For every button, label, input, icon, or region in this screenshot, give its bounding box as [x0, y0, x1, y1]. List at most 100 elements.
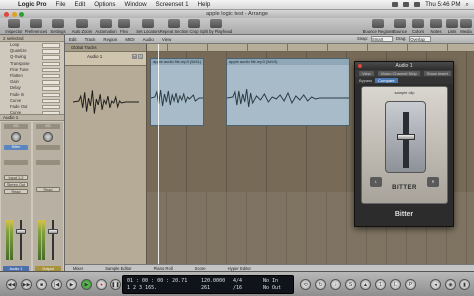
tuner-button[interactable]: ♪: [330, 279, 341, 290]
param-value[interactable]: [42, 86, 60, 91]
set-locators-button[interactable]: Set Locators: [134, 19, 162, 34]
send-slot[interactable]: [36, 160, 60, 165]
param-value[interactable]: [42, 92, 60, 97]
arrange-menu-bar: Edit Track Region MIDI Audio View Snap: …: [65, 35, 474, 44]
arrange-menu-region[interactable]: Region: [103, 37, 117, 42]
window-title-bar: apple logic test - Arrange: [0, 10, 474, 18]
channel-strip-menu[interactable]: Vision Channel Strip: [377, 71, 420, 76]
volume-slider-icon[interactable]: ◂: [430, 279, 441, 290]
automation-mode[interactable]: Read: [36, 187, 60, 192]
volume-fader[interactable]: [16, 229, 26, 234]
output-fader[interactable]: [48, 229, 58, 234]
region-parameters-header[interactable]: 2 selected: [0, 35, 64, 42]
pause-button[interactable]: ❚❚: [110, 279, 121, 290]
editor-tabs: Mixer Sample Editor Piano Roll Score Hyp…: [65, 264, 474, 271]
arrange-menu-midi[interactable]: MIDI: [125, 37, 134, 42]
master-volume-button[interactable]: ◉: [445, 279, 456, 290]
io-slot[interactable]: I/O: [4, 124, 28, 129]
inspector-icon: [8, 19, 20, 28]
low-latency-button[interactable]: L: [390, 279, 401, 290]
solo-transport-button[interactable]: S: [345, 279, 356, 290]
playhead[interactable]: [158, 44, 159, 264]
automation-mode[interactable]: Read: [4, 189, 28, 194]
plugin-close-icon[interactable]: [358, 63, 362, 68]
global-tracks-toggle[interactable]: Global Tracks: [65, 44, 146, 52]
time-signature[interactable]: 4/4: [233, 278, 242, 285]
menu-window[interactable]: Window: [125, 1, 147, 8]
level-meter: [42, 220, 45, 260]
param-value[interactable]: [42, 49, 60, 54]
menu-help[interactable]: Help: [198, 1, 211, 8]
tempo-display[interactable]: 120.0000: [201, 278, 225, 285]
forward-button[interactable]: ▶▶: [21, 279, 32, 290]
param-value[interactable]: [42, 98, 60, 104]
send-slot[interactable]: [4, 160, 28, 165]
menu-options[interactable]: Options: [94, 1, 115, 8]
play-active-button[interactable]: ▶: [81, 279, 92, 290]
battery-icon[interactable]: [414, 2, 421, 7]
menu-screenset[interactable]: Screenset 1: [156, 1, 189, 8]
menu-clock[interactable]: Thu 5:46 PM: [425, 1, 460, 8]
bar-ruler[interactable]: [147, 44, 474, 52]
arrange-menu-track[interactable]: Track: [85, 37, 96, 42]
show-insert-menu[interactable]: Show Insert: [423, 71, 451, 76]
stop-button[interactable]: ■: [36, 279, 47, 290]
insert-slot[interactable]: [36, 145, 60, 150]
zoom-icon[interactable]: [19, 11, 24, 17]
close-icon[interactable]: [4, 11, 9, 17]
param-value[interactable]: [42, 104, 60, 110]
arrange-menu-edit[interactable]: Edit: [69, 37, 77, 42]
rewind-button[interactable]: ◀◀: [6, 279, 17, 290]
division[interactable]: /16: [233, 285, 242, 292]
media-button[interactable]: Media: [452, 19, 474, 34]
io-slot[interactable]: I/O: [36, 124, 60, 129]
param-value[interactable]: [42, 80, 60, 85]
wifi-icon[interactable]: [392, 2, 399, 7]
fader-track: [52, 220, 54, 260]
output-selector[interactable]: Stereo Out: [4, 182, 28, 187]
spotlight-icon[interactable]: ⌕: [466, 1, 469, 9]
bit-depth-slider[interactable]: [397, 134, 415, 140]
param-value[interactable]: [42, 43, 60, 48]
volume-icon[interactable]: [403, 2, 410, 7]
eq-knob[interactable]: [11, 132, 21, 142]
plugin-face-header: sample clip: [394, 90, 415, 95]
menu-edit[interactable]: Edit: [75, 1, 86, 8]
replace-button[interactable]: ↻: [315, 279, 326, 290]
insert-slot-bitter[interactable]: Bitter: [4, 145, 28, 150]
track-name[interactable]: Audio 1: [87, 54, 102, 59]
compare-button[interactable]: Compare: [375, 78, 398, 83]
drag-select[interactable]: Overlap: [409, 36, 432, 42]
preferences-icon: [30, 19, 42, 28]
split-by-playhead-button[interactable]: Split by Playhead: [200, 19, 232, 34]
arrange-menu-view[interactable]: View: [162, 37, 171, 42]
snap-select[interactable]: Smart: [370, 36, 393, 42]
play-button[interactable]: ▶: [66, 279, 77, 290]
menu-app-name[interactable]: Logic Pro: [18, 1, 47, 8]
metronome-button[interactable]: ▲: [360, 279, 371, 290]
arrange-menu-audio[interactable]: Audio: [143, 37, 154, 42]
track-header-audio1[interactable]: Audio 1 M S: [65, 52, 146, 66]
param-value[interactable]: [42, 67, 60, 73]
param-value[interactable]: [42, 55, 60, 60]
punch-button[interactable]: P: [405, 279, 416, 290]
menu-file[interactable]: File: [56, 1, 66, 8]
minimize-icon[interactable]: [11, 11, 17, 17]
to-start-button[interactable]: |◀: [51, 279, 62, 290]
cycle-button[interactable]: ⟲: [300, 279, 311, 290]
mute-button[interactable]: M: [132, 54, 137, 59]
plugin-view-menu[interactable]: View: [359, 71, 374, 76]
param-value[interactable]: [42, 73, 60, 79]
record-button[interactable]: ●: [96, 279, 107, 290]
bypass-button[interactable]: Bypass: [359, 78, 372, 83]
solo-button[interactable]: S: [138, 54, 143, 59]
count-in-button[interactable]: 1: [375, 279, 386, 290]
audio-region[interactable]: apple audio file.mp3 (5#19): [226, 58, 350, 126]
transport-lcd[interactable]: 01 : 00 : 00 : 20.71 1 2 3 165. 120.0000…: [122, 275, 294, 294]
track-header-inspector[interactable]: Audio 1: [0, 114, 64, 121]
plugin-title-bar[interactable]: Audio 1: [355, 62, 453, 70]
input-selector[interactable]: Input 1-2: [4, 175, 28, 180]
param-value[interactable]: [42, 61, 60, 67]
eq-knob[interactable]: [43, 132, 53, 142]
cpu-meter-icon[interactable]: ▮: [459, 279, 470, 290]
